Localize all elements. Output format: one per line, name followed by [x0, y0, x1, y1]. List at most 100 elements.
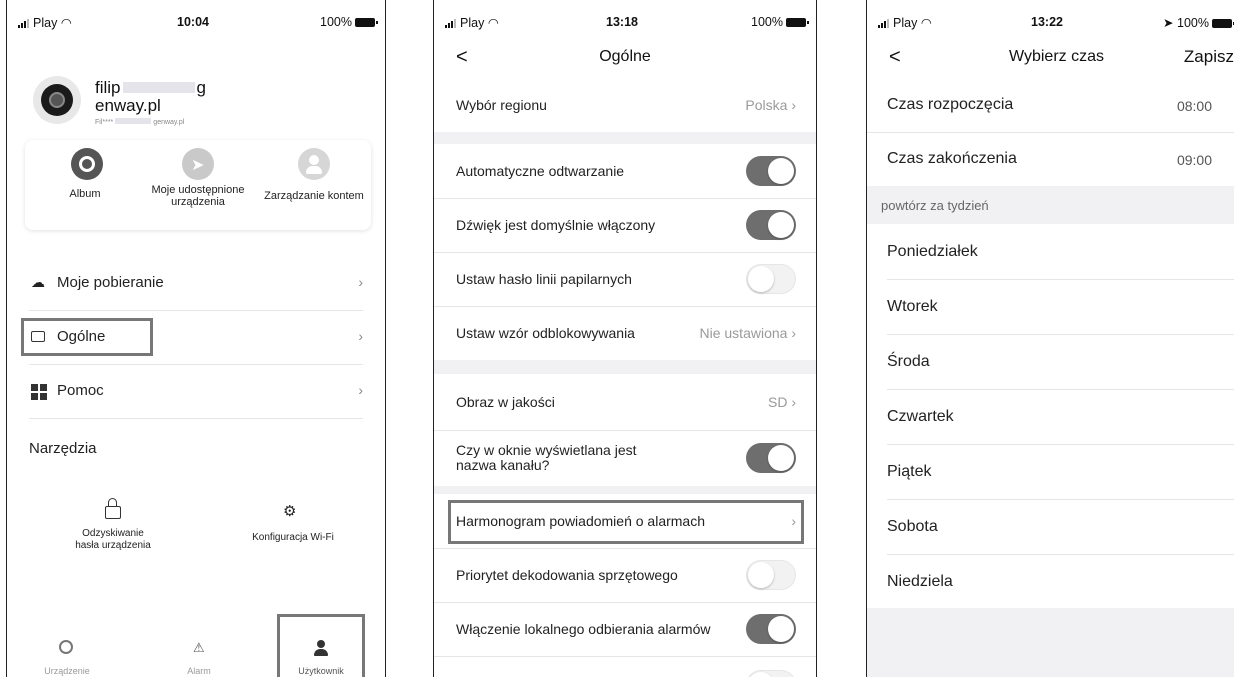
shared-devices-button[interactable]: ➤ Moje udostępnione urządzenia	[141, 148, 255, 224]
sound-toggle[interactable]	[746, 210, 796, 240]
end-time-label: Czas zakończenia	[887, 150, 1017, 167]
menu-item-help[interactable]: Pomoc ›	[29, 364, 363, 419]
clock: 10:04	[177, 15, 209, 29]
tab-device[interactable]: Urządzenie	[37, 640, 97, 676]
back-button[interactable]: <	[889, 46, 901, 69]
signal-icon	[878, 17, 890, 31]
account-management-button[interactable]: Zarządzanie kontem	[257, 148, 371, 224]
local-alarms-toggle[interactable]	[746, 614, 796, 644]
clock: 13:18	[606, 15, 638, 29]
location-arrow-icon: ➤	[1163, 16, 1174, 30]
battery-label: 100%	[320, 15, 352, 29]
send-icon: ➤	[182, 148, 214, 180]
avatar[interactable]	[33, 76, 81, 124]
status-bar: Play ◠ 13:22 ➤ 100%	[867, 0, 1234, 40]
chevron-right-icon: ›	[358, 382, 363, 398]
album-button[interactable]: Album	[35, 148, 135, 224]
setting-value: Nie ustawiona ›	[699, 325, 797, 341]
highlight-frame	[448, 500, 804, 544]
start-time-row[interactable]: Czas rozpoczęcia 08:00	[867, 78, 1234, 133]
setting-row-partial	[434, 656, 816, 677]
end-time-row[interactable]: Czas zakończenia 09:00	[867, 132, 1234, 186]
setting-row-channel-name[interactable]: Czy w oknie wyświetlana jest nazwa kanału…	[434, 430, 816, 487]
day-row-thursday[interactable]: Czwartek	[887, 389, 1234, 445]
camera-shutter-icon	[71, 148, 103, 180]
setting-label: Automatyczne odtwarzanie	[456, 163, 625, 179]
setting-row-fingerprint[interactable]: Ustaw hasło linii papilarnych	[434, 252, 816, 307]
device-password-recovery-button[interactable]: Odzyskiwanie hasła urządzenia	[47, 498, 179, 558]
phone-screen-general: Play ◠ 13:18 100% < Ogólne Wybór regionu…	[433, 0, 817, 677]
tab-label: Urządzenie	[44, 666, 90, 676]
day-label: Poniedziałek	[887, 243, 978, 260]
setting-label: Dźwięk jest domyślnie włączony	[456, 217, 656, 233]
section-separator	[434, 360, 816, 374]
autoplay-toggle[interactable]	[746, 156, 796, 186]
carrier-label: Play	[33, 16, 58, 30]
camera-icon	[59, 640, 73, 654]
hw-decoding-toggle[interactable]	[746, 560, 796, 590]
day-row-sunday[interactable]: Niedziela	[887, 554, 1234, 608]
chevron-right-icon: ›	[358, 274, 363, 290]
lock-icon	[105, 498, 121, 519]
setting-row-unlock-pattern[interactable]: Ustaw wzór odblokowywania Nie ustawiona …	[434, 306, 816, 361]
phone-screen-user: Play ◠ 10:04 100% filip g enway.pl Fil***…	[6, 0, 386, 677]
partial-toggle[interactable]	[746, 670, 796, 677]
tab-label: Alarm	[187, 666, 211, 676]
wifi-settings-icon: ⚙	[283, 503, 297, 520]
day-row-monday[interactable]: Poniedziałek	[887, 224, 1234, 280]
page-title: Ogólne	[599, 48, 651, 65]
channel-name-toggle[interactable]	[746, 443, 796, 473]
battery-label: 100%	[1177, 16, 1209, 30]
day-row-wednesday[interactable]: Środa	[887, 334, 1234, 390]
highlight-frame	[277, 614, 365, 677]
wifi-configuration-button[interactable]: ⚙ Konfiguracja Wi-Fi	[227, 498, 359, 558]
setting-row-hw-decoding[interactable]: Priorytet dekodowania sprzętowego	[434, 548, 816, 603]
setting-row-region[interactable]: Wybór regionu Polska ›	[434, 78, 816, 133]
day-row-saturday[interactable]: Sobota	[887, 499, 1234, 555]
setting-row-image-quality[interactable]: Obraz w jakości SD ›	[434, 374, 816, 431]
setting-label: Wybór regionu	[456, 97, 547, 113]
day-row-tuesday[interactable]: Wtorek	[887, 279, 1234, 335]
setting-value: Polska ›	[745, 97, 796, 113]
empty-area	[867, 608, 1234, 677]
setting-row-local-alarms[interactable]: Włączenie lokalnego odbierania alarmów	[434, 602, 816, 657]
menu-item-my-downloads[interactable]: ☁ Moje pobieranie ›	[29, 256, 363, 311]
phone-screen-select-time: Play ◠ 13:22 ➤ 100% < Wybierz czas Zapis…	[866, 0, 1234, 677]
day-label: Piątek	[887, 463, 932, 480]
carrier-label: Play	[893, 16, 918, 30]
carrier-label: Play	[460, 16, 485, 30]
setting-label: Obraz w jakości	[456, 394, 555, 410]
wifi-icon: ◠	[60, 16, 72, 30]
setting-row-sound-default[interactable]: Dźwięk jest domyślnie włączony	[434, 198, 816, 253]
battery-icon	[786, 18, 809, 27]
repeat-section-header: powtórz za tydzień	[867, 186, 1234, 224]
signal-icon	[445, 17, 457, 31]
repeat-header-label: powtórz za tydzień	[881, 198, 989, 213]
day-label: Sobota	[887, 518, 938, 535]
profile-name-domain: enway.pl	[95, 96, 161, 115]
wifi-configuration-label: Konfiguracja Wi-Fi	[252, 532, 334, 543]
day-row-friday[interactable]: Piątek	[887, 444, 1234, 500]
start-time-label: Czas rozpoczęcia	[887, 96, 1014, 113]
fingerprint-toggle[interactable]	[746, 264, 796, 294]
signal-icon	[18, 17, 30, 31]
setting-label: Ustaw wzór odblokowywania	[456, 325, 635, 341]
album-label: Album	[69, 188, 101, 200]
account-management-label: Zarządzanie kontem	[264, 190, 364, 202]
highlight-frame	[21, 318, 153, 356]
tools-heading: Narzędzia	[29, 440, 97, 457]
tab-alarm[interactable]: ⚠ Alarm	[169, 640, 229, 676]
shared-devices-label: Moje udostępnione urządzenia	[151, 184, 245, 208]
day-label: Niedziela	[887, 573, 953, 590]
status-bar: Play ◠ 10:04 100%	[7, 0, 385, 40]
day-label: Środa	[887, 353, 930, 370]
day-label: Wtorek	[887, 298, 938, 315]
setting-label: Ustaw hasło linii papilarnych	[456, 271, 632, 287]
grid-icon	[31, 384, 47, 400]
page-title: Wybierz czas	[1009, 48, 1104, 65]
section-separator	[434, 486, 816, 494]
save-button[interactable]: Zapisz	[1184, 47, 1234, 67]
section-separator	[434, 132, 816, 144]
setting-row-autoplay[interactable]: Automatyczne odtwarzanie	[434, 144, 816, 199]
day-label: Czwartek	[887, 408, 954, 425]
